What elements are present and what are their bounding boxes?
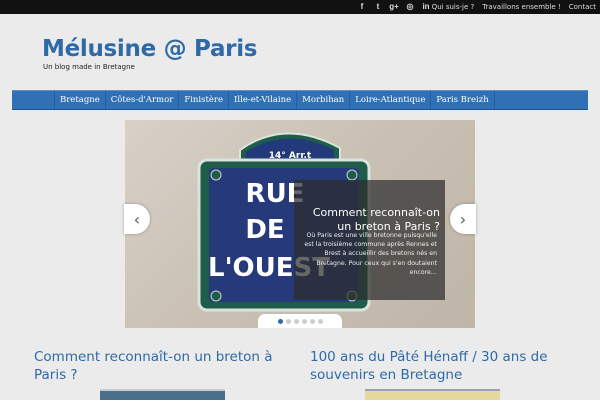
- top-links: Qui suis-je ? Travaillons ensemble ! Con…: [432, 0, 596, 14]
- slider-dot[interactable]: [301, 318, 307, 324]
- featured-slider[interactable]: 14° Arr.t RUE DE L'OUEST Comment reconna…: [125, 120, 475, 328]
- slider-dot[interactable]: [309, 318, 315, 324]
- top-bar: f t g+ ◎ in Qui suis-je ? Travaillons en…: [0, 0, 600, 14]
- slide-caption-title[interactable]: Comment reconnaît-on un breton à Paris ?: [299, 206, 440, 234]
- nav-label: Ille-et-Vilaine: [234, 95, 292, 105]
- nav-label: Côtes-d'Armor: [110, 95, 174, 105]
- link-qui-suis-je[interactable]: Qui suis-je ?: [432, 0, 475, 14]
- twitter-icon[interactable]: t: [372, 1, 384, 13]
- linkedin-icon[interactable]: in: [420, 1, 432, 13]
- nav-item-paris-breizh[interactable]: Paris Breizh: [431, 91, 495, 109]
- nav-label: Finistère: [184, 95, 224, 105]
- sign-line-2: DE: [245, 215, 284, 245]
- site-title[interactable]: Mélusine @ Paris: [42, 36, 257, 62]
- site-tagline: Un blog made in Bretagne: [43, 63, 135, 71]
- nav-label: Morbihan: [302, 95, 345, 105]
- post-title[interactable]: Comment reconnaît-on un breton à Paris ?: [34, 348, 284, 384]
- post-title[interactable]: 100 ans du Pâté Hénaff / 30 ans de souve…: [310, 348, 570, 384]
- slider-dot[interactable]: [317, 318, 323, 324]
- chevron-left-icon: ‹: [133, 209, 141, 229]
- nav-item-morbihan[interactable]: Morbihan: [297, 91, 351, 109]
- slide-caption-text: Où Paris est une ville bretonne puisqu'e…: [304, 232, 437, 276]
- slider-next-button[interactable]: ›: [450, 204, 476, 234]
- nav-item-bretagne[interactable]: Bretagne: [54, 91, 106, 109]
- link-contact[interactable]: Contact: [569, 0, 596, 14]
- chevron-right-icon: ›: [459, 209, 467, 229]
- post-thumbnail[interactable]: [100, 389, 225, 400]
- post-thumbnail[interactable]: [365, 389, 500, 400]
- nav-item-cotes-darmor[interactable]: Côtes-d'Armor: [106, 91, 180, 109]
- nav-item-loire-atlantique[interactable]: Loire-Atlantique: [350, 91, 432, 109]
- nav-label: Paris Breizh: [436, 95, 489, 105]
- nav-item-ille-et-vilaine[interactable]: Ille-et-Vilaine: [229, 91, 298, 109]
- main-nav: Bretagne Côtes-d'Armor Finistère Ille-et…: [12, 90, 588, 110]
- instagram-icon[interactable]: ◎: [404, 1, 416, 13]
- slider-dot[interactable]: [293, 318, 299, 324]
- nav-item-finistere[interactable]: Finistère: [179, 91, 230, 109]
- link-travaillons-ensemble[interactable]: Travaillons ensemble !: [482, 0, 561, 14]
- nav-label: Loire-Atlantique: [355, 95, 426, 105]
- facebook-icon[interactable]: f: [356, 1, 368, 13]
- googleplus-icon[interactable]: g+: [388, 1, 400, 13]
- slider-dots: [258, 314, 342, 328]
- social-icons: f t g+ ◎ in: [356, 1, 432, 13]
- slider-dot[interactable]: [277, 318, 283, 324]
- slider-dot[interactable]: [285, 318, 291, 324]
- nav-label: Bretagne: [60, 95, 100, 105]
